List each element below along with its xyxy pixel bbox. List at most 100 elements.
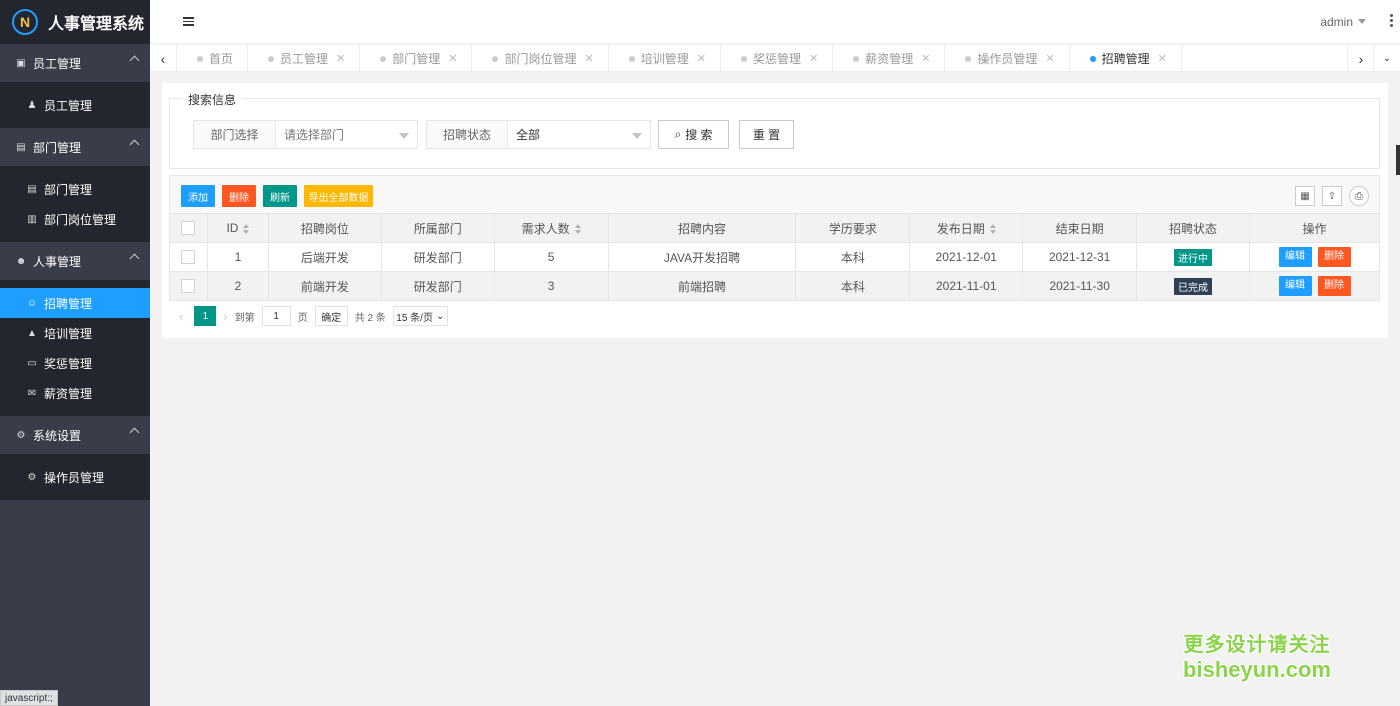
sidebar-item-recruit[interactable]: ☺ 招聘管理 [0,288,150,318]
scrollbar-thumb[interactable] [1396,145,1400,175]
users-icon: ☻ [15,255,27,267]
total-count: 共 2 条 [354,312,386,324]
export-icon[interactable]: ⇪ [1322,186,1342,206]
sort-icon[interactable] [574,224,581,235]
cell-actions: 编辑 删除 [1249,242,1380,272]
sidebar-item-reward[interactable]: ▭ 奖惩管理 [0,348,150,378]
prev-page-icon[interactable]: ‹ [179,309,183,324]
graduation-cap-icon: ▲ [27,327,37,339]
content-panel: 搜索信息 部门选择 请选择部门 招聘状态 全部 ⌕ 搜 索 重 置 添加 删除 … [162,83,1388,338]
dept-select[interactable]: 请选择部门 [276,120,418,149]
close-icon[interactable]: ✕ [585,52,594,65]
id-card-icon: ▣ [16,57,26,69]
cell-edu: 本科 [795,271,911,301]
col-id[interactable]: ID [206,213,269,243]
recruit-table: ID 招聘岗位 所属部门 需求人数 招聘内容 学历要求 发布日期 结束日期 招聘… [169,213,1380,301]
status-badge: 已完成 [1174,277,1213,295]
gears-icon: ⚙ [16,429,26,441]
sidebar-group-employee[interactable]: ▣ 员工管理 [0,44,150,82]
next-page-icon[interactable]: › [223,309,227,324]
cell-dept: 研发部门 [380,242,495,272]
cell-end: 2021-12-31 [1022,242,1138,272]
caret-down-icon [399,133,409,139]
sidebar-group-settings[interactable]: ⚙ 系统设置 [0,416,150,454]
tab-scroll-left-icon[interactable]: ‹ [150,45,177,72]
logo[interactable]: N 人事管理系统 [0,0,150,44]
tab-home[interactable]: 首页 [177,45,249,72]
close-icon[interactable]: ✕ [921,52,930,65]
cell-position: 后端开发 [267,242,382,272]
goto-confirm-button[interactable]: 确定 [314,306,348,326]
page-input[interactable]: 1 [261,306,291,326]
edit-button[interactable]: 编辑 [1278,247,1312,267]
row-delete-button[interactable]: 删除 [1317,276,1351,296]
sidebar-group-department[interactable]: ▤ 部门管理 [0,128,150,166]
row-checkbox[interactable] [181,279,196,294]
tab-training[interactable]: 培训管理 ✕ [609,45,721,72]
per-page-select[interactable]: 15 条/页 ⌄ [392,306,448,326]
cell-count: 5 [493,242,609,272]
tab-dept-position[interactable]: 部门岗位管理 ✕ [472,45,609,72]
col-end: 结束日期 [1022,213,1138,243]
close-icon[interactable]: ✕ [1045,52,1054,65]
select-all-cell[interactable] [169,213,208,243]
refresh-button[interactable]: 刷新 [263,185,297,207]
col-start[interactable]: 发布日期 [909,213,1024,243]
cell-id: 1 [206,242,269,272]
menu-toggle-icon[interactable] [183,17,194,26]
row-delete-button[interactable]: 删除 [1317,247,1351,267]
tab-salary[interactable]: 薪资管理 ✕ [833,45,946,72]
page-unit: 页 [297,312,308,324]
tab-scroll-right-icon[interactable]: › [1347,45,1374,72]
sidebar-item-department[interactable]: ▤ 部门管理 [0,174,150,204]
col-edu: 学历要求 [795,213,911,243]
delete-button[interactable]: 删除 [222,185,256,207]
cell-end: 2021-11-30 [1022,271,1138,301]
reset-button[interactable]: 重 置 [739,120,794,149]
search-button[interactable]: ⌕ 搜 索 [658,120,729,149]
sidebar-item-operator[interactable]: ⚙ 操作员管理 [0,462,150,492]
cell-content: JAVA开发招聘 [607,242,797,272]
sort-icon[interactable] [243,223,250,234]
close-icon[interactable]: ✕ [697,52,706,65]
col-count[interactable]: 需求人数 [493,213,609,243]
monitor-icon: ▭ [27,357,37,369]
logo-icon: N [12,9,38,35]
edit-button[interactable]: 编辑 [1278,276,1312,296]
sidebar-item-salary[interactable]: ✉ 薪资管理 [0,378,150,408]
close-icon[interactable]: ✕ [1158,52,1167,65]
cell-status: 已完成 [1136,271,1250,301]
select-all-checkbox[interactable] [181,221,196,236]
row-checkbox[interactable] [181,250,196,265]
page-current[interactable]: 1 [194,306,217,326]
tab-options-icon[interactable]: ⌄ [1373,45,1400,72]
tab-employee[interactable]: 员工管理 ✕ [248,45,361,72]
search-icon: ⌕ [674,127,682,141]
sidebar-item-dept-position[interactable]: ▥ 部门岗位管理 [0,204,150,234]
print-icon[interactable]: ⎙ [1349,186,1369,206]
col-actions: 操作 [1249,213,1380,243]
search-legend: 搜索信息 [182,91,243,108]
sidebar-item-training[interactable]: ▲ 培训管理 [0,318,150,348]
tab-recruit[interactable]: 招聘管理 ✕ [1070,45,1182,72]
close-icon[interactable]: ✕ [448,52,457,65]
more-vertical-icon[interactable] [1390,14,1394,29]
export-button[interactable]: 导出全部数据 [304,185,373,207]
col-position: 招聘岗位 [267,213,382,243]
user-menu[interactable]: admin [1320,15,1366,29]
add-button[interactable]: 添加 [181,185,215,207]
sidebar-item-employee[interactable]: ♟ 员工管理 [0,90,150,120]
cell-edu: 本科 [795,242,911,272]
status-url-tooltip: javascript:; [0,690,58,706]
tab-operator[interactable]: 操作员管理 ✕ [945,45,1070,72]
columns-icon[interactable]: ▦ [1295,186,1315,206]
close-icon[interactable]: ✕ [809,52,818,65]
status-select[interactable]: 全部 [508,120,651,149]
tab-reward[interactable]: 奖惩管理 ✕ [721,45,834,72]
close-icon[interactable]: ✕ [336,52,345,65]
cell-count: 3 [493,271,609,301]
sort-icon[interactable] [989,224,996,235]
tab-department[interactable]: 部门管理 ✕ [360,45,473,72]
sidebar-group-hr[interactable]: ☻ 人事管理 [0,242,150,280]
cell-start: 2021-12-01 [909,242,1024,272]
